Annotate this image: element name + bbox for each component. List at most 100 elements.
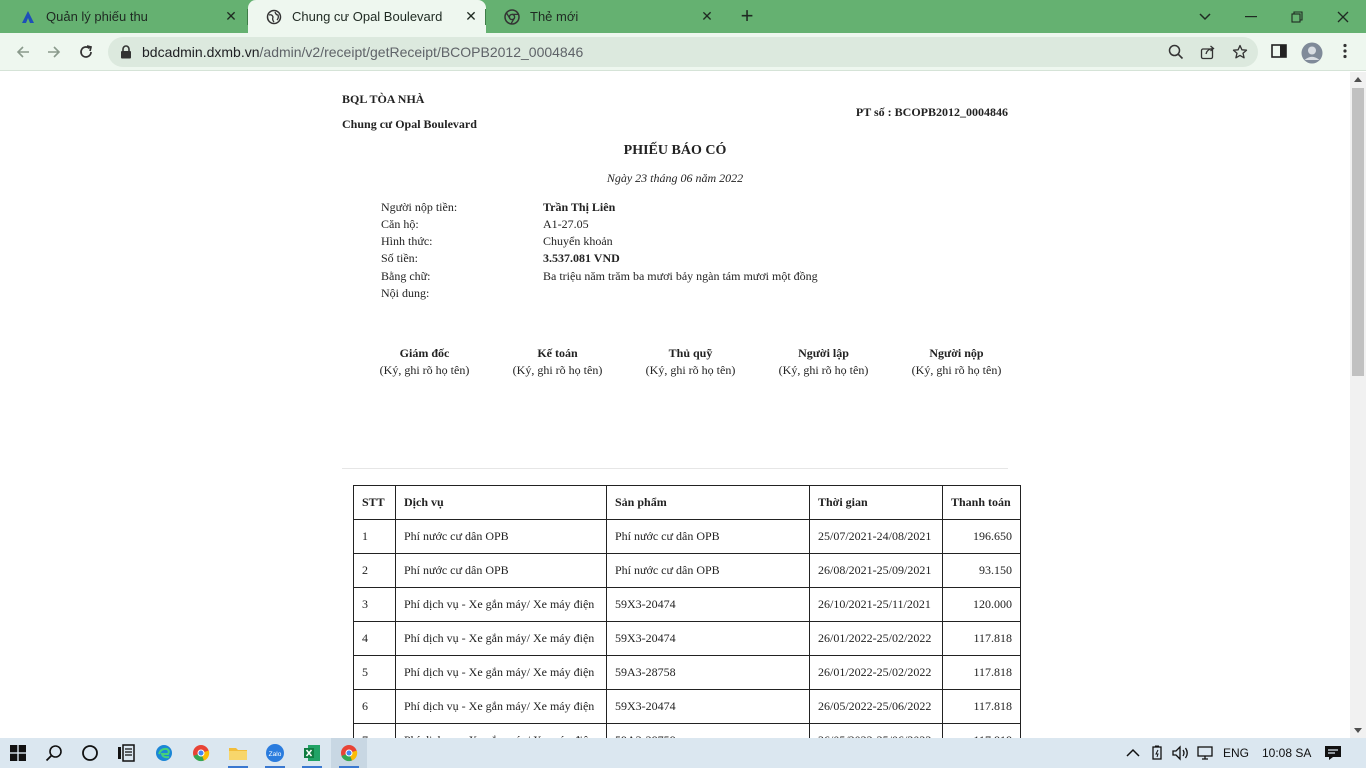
task-view-icon[interactable] bbox=[108, 738, 144, 768]
building-name: Chung cư Opal Boulevard bbox=[342, 117, 477, 131]
browser-toolbar: bdcadmin.dxmb.vn/admin/v2/receipt/getRec… bbox=[0, 33, 1366, 71]
field-content: Nội dung: bbox=[381, 286, 981, 303]
receipt-number: PT số : BCOPB2012_0004846 bbox=[855, 105, 1008, 119]
more-menu-icon[interactable] bbox=[1336, 42, 1356, 62]
col-header-payment: Thanh toán bbox=[942, 485, 1021, 520]
field-label: Nội dung: bbox=[381, 286, 430, 300]
field-value: Chuyển khoản bbox=[543, 234, 613, 248]
restore-icon[interactable] bbox=[1274, 0, 1320, 33]
new-tab-plus-icon[interactable]: + bbox=[736, 5, 758, 28]
field-apartment: Căn hộ: A1-27.05 bbox=[381, 217, 981, 234]
cell-stt: 3 bbox=[353, 587, 396, 622]
tab-opal-boulevard[interactable]: Chung cư Opal Boulevard ✕ bbox=[248, 0, 486, 33]
table-header-row: STT Dịch vụ Sản phẩm Thời gian Thanh toá… bbox=[353, 485, 1021, 520]
url-text[interactable]: bdcadmin.dxmb.vn/admin/v2/receipt/getRec… bbox=[142, 44, 583, 60]
volume-icon[interactable] bbox=[1172, 738, 1190, 768]
tab-receipt-management[interactable]: Quản lý phiếu thu ✕ bbox=[2, 0, 248, 33]
field-label: Bằng chữ: bbox=[381, 269, 431, 283]
cell-service: Phí nước cư dân OPB bbox=[395, 519, 607, 554]
side-panel-icon[interactable] bbox=[1270, 42, 1290, 62]
minimize-icon[interactable] bbox=[1228, 0, 1274, 33]
forward-arrow-icon[interactable] bbox=[43, 41, 65, 63]
windows-taskbar: Zalo ENG 10:08 SA bbox=[0, 738, 1366, 768]
signature-hint: (Ký, ghi rõ họ tên) bbox=[379, 363, 470, 377]
table-row: 6 Phí dịch vụ - Xe gắn máy/ Xe máy điện … bbox=[353, 689, 1021, 724]
cell-product: 59A3-28758 bbox=[606, 655, 810, 690]
cell-product: Phí nước cư dân OPB bbox=[606, 519, 810, 554]
field-label: Số tiền: bbox=[381, 251, 419, 265]
signature-role: Kế toán bbox=[537, 346, 578, 360]
cell-product: 59X3-20474 bbox=[606, 621, 810, 656]
share-icon[interactable] bbox=[1200, 44, 1216, 60]
scroll-down-arrow-icon[interactable] bbox=[1354, 728, 1362, 733]
lock-icon[interactable] bbox=[120, 45, 132, 64]
clock[interactable]: 10:08 SA bbox=[1262, 738, 1311, 768]
close-window-icon[interactable] bbox=[1320, 0, 1366, 33]
back-arrow-icon[interactable] bbox=[12, 41, 34, 63]
cell-service: Phí dịch vụ - Xe gắn máy/ Xe máy điện bbox=[395, 587, 607, 622]
tab-title: Thẻ mới bbox=[530, 9, 579, 24]
zoom-search-icon[interactable] bbox=[1168, 44, 1184, 60]
cell-period: 25/07/2021-24/08/2021 bbox=[809, 519, 943, 554]
signature-role: Người lập bbox=[798, 346, 849, 360]
tab-search-chevron-icon[interactable] bbox=[1182, 0, 1228, 33]
logo-triangle-icon bbox=[20, 9, 36, 25]
receipt-date: Ngày 23 tháng 06 năm 2022 bbox=[606, 171, 744, 185]
cell-period: 26/05/2022-25/06/2022 bbox=[809, 689, 943, 724]
zalo-icon[interactable]: Zalo bbox=[257, 738, 293, 768]
cortana-icon[interactable] bbox=[72, 738, 108, 768]
close-icon[interactable]: ✕ bbox=[700, 9, 714, 23]
payment-items-table: STT Dịch vụ Sản phẩm Thời gian Thanh toá… bbox=[353, 485, 1021, 738]
tab-strip: Quản lý phiếu thu ✕ Chung cư Opal Boulev… bbox=[0, 0, 1366, 33]
cell-stt: 1 bbox=[353, 519, 396, 554]
url-path: /admin/v2/receipt/getReceipt/BCOPB2012_0… bbox=[259, 44, 584, 60]
page-viewport[interactable]: BQL TÒA NHÀ Chung cư Opal Boulevard PT s… bbox=[0, 72, 1350, 738]
scroll-up-arrow-icon[interactable] bbox=[1354, 77, 1362, 82]
signature-payer: Người nộp (Ký, ghi rõ họ tên) bbox=[890, 346, 1023, 378]
signature-role: Người nộp bbox=[929, 346, 984, 360]
file-explorer-icon[interactable] bbox=[220, 738, 256, 768]
col-header-product: Sản phẩm bbox=[606, 485, 810, 520]
battery-icon[interactable] bbox=[1150, 738, 1166, 768]
bookmark-star-icon[interactable] bbox=[1232, 44, 1248, 60]
windows-start-icon[interactable] bbox=[0, 738, 36, 768]
table-row: 7 Phí dịch vụ - Xe gắn máy/ Xe máy điện … bbox=[353, 723, 1021, 738]
tab-new-tab[interactable]: Thẻ mới ✕ bbox=[485, 0, 722, 33]
table-row: 3 Phí dịch vụ - Xe gắn máy/ Xe máy điện … bbox=[353, 587, 1021, 622]
cell-amount: 117.818 bbox=[942, 655, 1021, 690]
cell-amount: 117.818 bbox=[942, 723, 1021, 738]
cell-product: 59X3-20474 bbox=[606, 689, 810, 724]
reload-icon[interactable] bbox=[75, 41, 97, 63]
notification-icon[interactable] bbox=[1324, 738, 1342, 768]
edge-icon[interactable] bbox=[146, 738, 182, 768]
org-label: BQL TÒA NHÀ bbox=[342, 92, 425, 106]
signature-preparer: Người lập (Ký, ghi rõ họ tên) bbox=[757, 346, 890, 378]
tab-title: Quản lý phiếu thu bbox=[46, 9, 148, 24]
chrome-active-taskbar-icon[interactable] bbox=[331, 738, 367, 768]
signature-accountant: Kế toán (Ký, ghi rõ họ tên) bbox=[491, 346, 624, 378]
divider bbox=[342, 468, 1008, 469]
excel-icon[interactable] bbox=[294, 738, 330, 768]
close-icon[interactable]: ✕ bbox=[224, 9, 238, 23]
cell-amount: 117.818 bbox=[942, 621, 1021, 656]
address-bar[interactable]: bdcadmin.dxmb.vn/admin/v2/receipt/getRec… bbox=[108, 37, 1258, 67]
network-icon[interactable] bbox=[1197, 738, 1215, 768]
field-payer: Người nộp tiền: Trần Thị Liên bbox=[381, 200, 981, 217]
signature-role: Giám đốc bbox=[399, 346, 450, 360]
field-value: 3.537.081 VND bbox=[543, 251, 620, 265]
cell-amount: 117.818 bbox=[942, 689, 1021, 724]
vertical-scrollbar[interactable] bbox=[1350, 72, 1366, 738]
search-icon[interactable] bbox=[36, 738, 72, 768]
close-icon[interactable]: ✕ bbox=[464, 9, 478, 23]
field-label: Hình thức: bbox=[381, 234, 433, 248]
profile-avatar[interactable] bbox=[1301, 42, 1323, 64]
tray-chevron-up-icon[interactable] bbox=[1126, 738, 1140, 768]
field-value: Ba triệu năm trăm ba mươi bảy ngàn tám m… bbox=[543, 269, 818, 283]
chrome-taskbar-icon[interactable] bbox=[183, 738, 219, 768]
signature-director: Giám đốc (Ký, ghi rõ họ tên) bbox=[358, 346, 491, 378]
scrollbar-thumb[interactable] bbox=[1352, 88, 1364, 376]
language-indicator[interactable]: ENG bbox=[1223, 738, 1249, 768]
cell-amount: 196.650 bbox=[942, 519, 1021, 554]
col-header-service: Dịch vụ bbox=[395, 485, 607, 520]
cell-period: 26/05/2022-25/06/2022 bbox=[809, 723, 943, 738]
